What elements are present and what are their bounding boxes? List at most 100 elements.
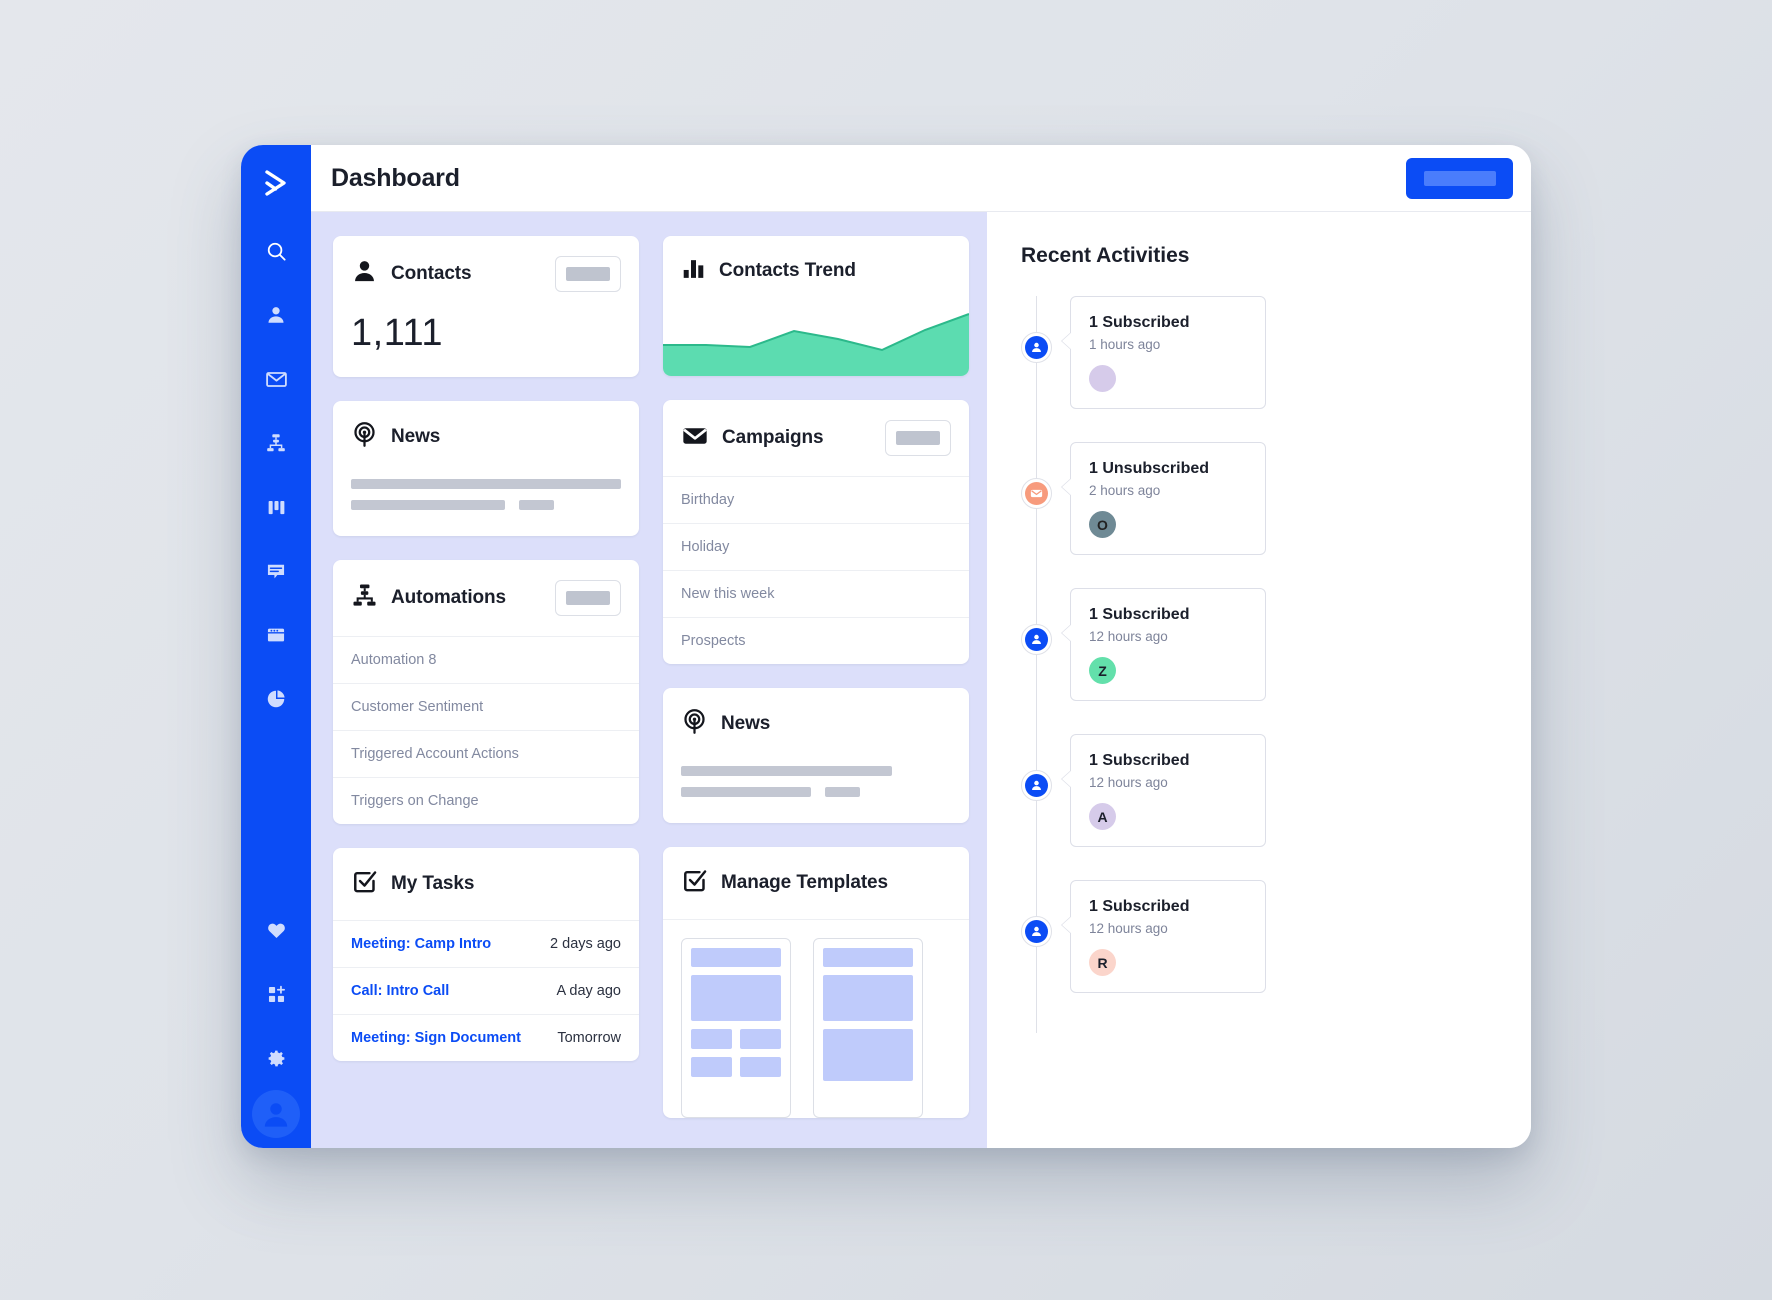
sidebar-item-search[interactable] bbox=[254, 229, 298, 273]
card-automations-title: Automations bbox=[391, 587, 507, 608]
template-thumbnail-1[interactable] bbox=[681, 938, 791, 1118]
list-item[interactable]: Birthday bbox=[663, 476, 969, 523]
news-placeholder-line bbox=[351, 479, 621, 489]
table-row[interactable]: Call: Intro Call A day ago bbox=[333, 967, 639, 1014]
activity-title: 1 Subscribed bbox=[1089, 314, 1190, 331]
list-item[interactable]: 1 Subscribed 12 hours ago R bbox=[1021, 880, 1497, 993]
list-item[interactable]: New this week bbox=[663, 570, 969, 617]
card-campaigns-header: Campaigns bbox=[663, 400, 969, 476]
sidebar-bottom-group bbox=[241, 898, 311, 1148]
activity-card: 1 Subscribed 12 hours ago A bbox=[1061, 734, 1266, 847]
activity-title: 1 Unsubscribed bbox=[1089, 460, 1210, 477]
avatar[interactable]: A bbox=[1089, 803, 1116, 830]
sidebar-item-favorites[interactable] bbox=[254, 908, 298, 952]
avatar[interactable]: Z bbox=[1089, 657, 1116, 684]
chat-bubble-icon bbox=[265, 560, 287, 582]
checkbox-check-icon bbox=[681, 867, 708, 899]
subscribed-contact-icon bbox=[1021, 624, 1052, 655]
card-contacts-title: Contacts bbox=[391, 263, 472, 284]
list-item[interactable]: Prospects bbox=[663, 617, 969, 664]
task-name: Meeting: Sign Document bbox=[351, 1030, 521, 1046]
list-item[interactable]: 1 Subscribed 12 hours ago Z bbox=[1021, 588, 1497, 701]
activity-time: 2 hours ago bbox=[1089, 483, 1161, 498]
card-contacts-header: Contacts bbox=[333, 236, 639, 312]
list-item[interactable]: Triggered Account Actions bbox=[333, 730, 639, 777]
sidebar bbox=[241, 145, 311, 1148]
card-automations: Automations Automation 8 Customer Sentim… bbox=[333, 560, 639, 824]
list-item[interactable]: 1 Subscribed 1 hours ago bbox=[1021, 296, 1497, 409]
search-icon bbox=[265, 240, 288, 263]
card-news-left: News bbox=[333, 401, 639, 536]
sidebar-item-contacts[interactable] bbox=[254, 293, 298, 337]
list-item[interactable]: Triggers on Change bbox=[333, 777, 639, 824]
content-area: Contacts 1,111 News Automations Automati… bbox=[311, 212, 1531, 1148]
automation-flow-icon bbox=[351, 582, 378, 614]
person-icon bbox=[265, 304, 287, 326]
automation-flow-icon bbox=[265, 432, 287, 454]
sidebar-item-apps[interactable] bbox=[254, 972, 298, 1016]
sidebar-item-campaigns[interactable] bbox=[254, 357, 298, 401]
card-manage-templates: Manage Templates bbox=[663, 847, 969, 1118]
bar-chart-icon bbox=[681, 256, 706, 286]
sidebar-item-conversations[interactable] bbox=[254, 549, 298, 593]
activity-card: 1 Subscribed 12 hours ago R bbox=[1061, 880, 1266, 993]
card-news-left-header: News bbox=[333, 401, 639, 473]
activity-timeline: 1 Subscribed 1 hours ago 1 Unsubscribed … bbox=[1021, 296, 1497, 1033]
columns-icon bbox=[266, 497, 287, 518]
card-automations-action-button[interactable] bbox=[555, 580, 621, 616]
list-item[interactable]: Holiday bbox=[663, 523, 969, 570]
activity-time: 12 hours ago bbox=[1089, 775, 1168, 790]
envelope-icon bbox=[681, 422, 709, 455]
primary-action-button[interactable] bbox=[1406, 157, 1513, 199]
list-item[interactable]: Customer Sentiment bbox=[333, 683, 639, 730]
card-my-tasks-title: My Tasks bbox=[391, 873, 475, 894]
activity-title: 1 Subscribed bbox=[1089, 606, 1190, 623]
news-placeholder-line bbox=[351, 500, 505, 510]
news-placeholder-tag bbox=[824, 787, 860, 797]
news-left-placeholder bbox=[333, 473, 639, 536]
subscribed-contact-icon bbox=[1021, 770, 1052, 801]
table-row[interactable]: Meeting: Sign Document Tomorrow bbox=[333, 1014, 639, 1061]
card-news-middle-header: News bbox=[663, 688, 969, 760]
list-item[interactable]: Automation 8 bbox=[333, 636, 639, 683]
news-placeholder-line bbox=[681, 787, 811, 797]
task-due: 2 days ago bbox=[550, 936, 621, 952]
sidebar-item-settings[interactable] bbox=[254, 1036, 298, 1080]
template-thumbnail-list bbox=[663, 919, 969, 1118]
card-campaigns-action-button[interactable] bbox=[885, 420, 951, 456]
card-news-middle-title: News bbox=[721, 713, 771, 734]
task-due: A day ago bbox=[556, 983, 622, 999]
heart-icon bbox=[266, 920, 287, 941]
table-row[interactable]: Meeting: Camp Intro 2 days ago bbox=[333, 920, 639, 967]
card-contacts-trend: Contacts Trend bbox=[663, 236, 969, 376]
news-placeholder-line bbox=[681, 766, 892, 776]
card-contacts-action-label bbox=[566, 267, 610, 281]
card-contacts: Contacts 1,111 bbox=[333, 236, 639, 377]
contacts-count: 1,111 bbox=[351, 312, 443, 354]
card-campaigns-title: Campaigns bbox=[722, 427, 824, 448]
activity-time: 12 hours ago bbox=[1089, 629, 1168, 644]
avatar[interactable] bbox=[1089, 365, 1116, 392]
checkbox-check-icon bbox=[351, 868, 378, 900]
sidebar-item-deals[interactable] bbox=[254, 485, 298, 529]
activity-title: 1 Subscribed bbox=[1089, 752, 1190, 769]
subscribed-contact-icon bbox=[1021, 332, 1052, 363]
sidebar-user-avatar[interactable] bbox=[241, 1090, 311, 1148]
apps-add-icon bbox=[266, 984, 287, 1005]
gear-icon bbox=[266, 1048, 287, 1069]
website-window-icon bbox=[265, 624, 287, 646]
card-contacts-action-button[interactable] bbox=[555, 256, 621, 292]
broadcast-icon bbox=[681, 708, 708, 740]
list-item[interactable]: 1 Unsubscribed 2 hours ago O bbox=[1021, 442, 1497, 555]
sidebar-item-website[interactable] bbox=[254, 613, 298, 657]
activity-time: 1 hours ago bbox=[1089, 337, 1161, 352]
card-contacts-trend-title: Contacts Trend bbox=[719, 260, 856, 281]
sidebar-item-automations[interactable] bbox=[254, 421, 298, 465]
activecampaign-chevron-logo-icon[interactable] bbox=[254, 161, 298, 205]
list-item[interactable]: 1 Subscribed 12 hours ago A bbox=[1021, 734, 1497, 847]
template-thumbnail-2[interactable] bbox=[813, 938, 923, 1118]
avatar[interactable]: O bbox=[1089, 511, 1116, 538]
card-my-tasks: My Tasks Meeting: Camp Intro 2 days ago … bbox=[333, 848, 639, 1061]
sidebar-item-reports[interactable] bbox=[254, 677, 298, 721]
avatar[interactable]: R bbox=[1089, 949, 1116, 976]
